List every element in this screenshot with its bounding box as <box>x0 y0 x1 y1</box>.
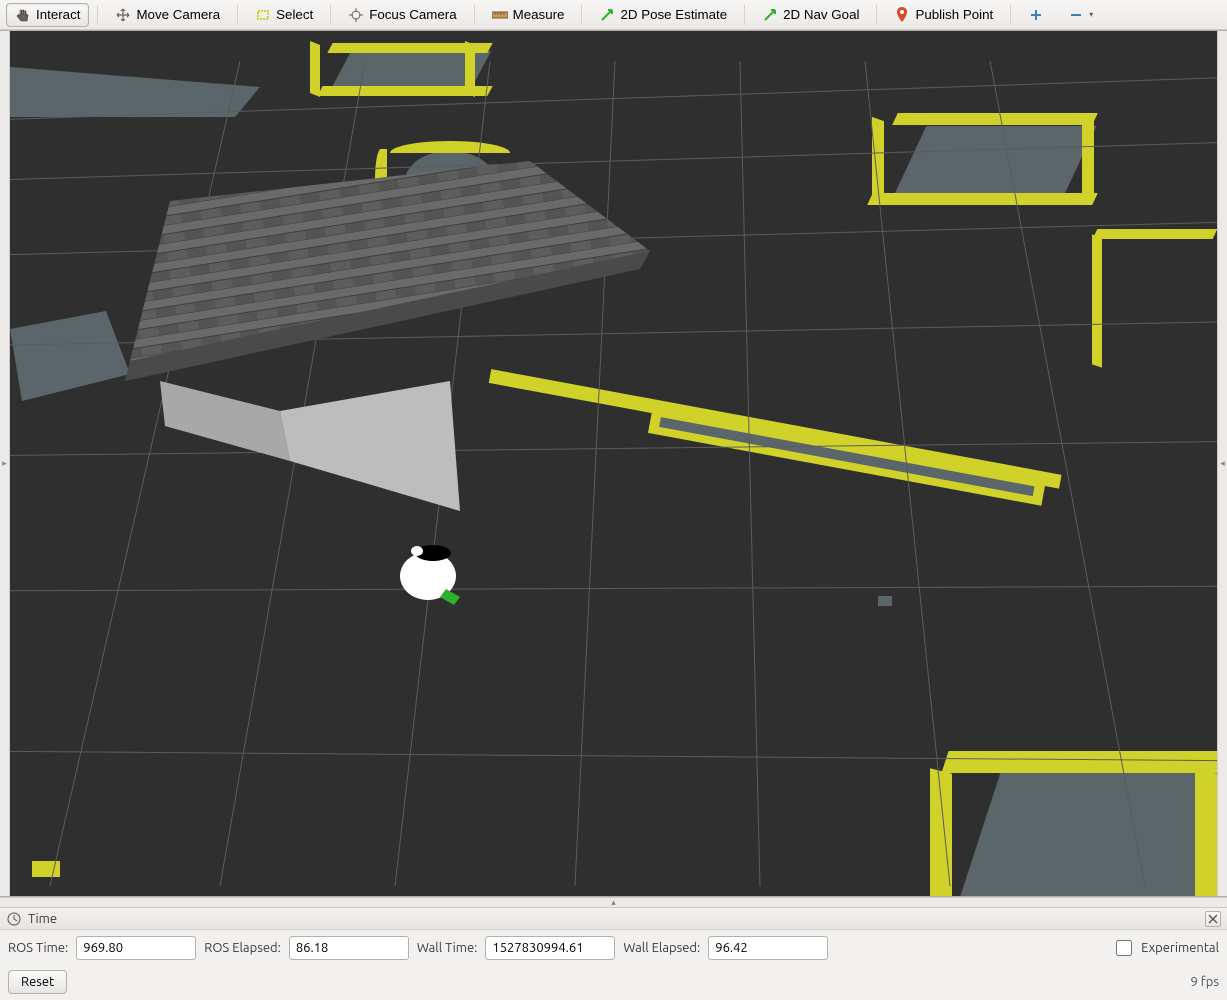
publish-point-button[interactable]: Publish Point <box>885 3 1002 27</box>
select-label: Select <box>276 7 313 22</box>
nav-goal-button[interactable]: 2D Nav Goal <box>753 3 868 27</box>
focus-camera-button[interactable]: Focus Camera <box>339 3 465 27</box>
time-panel-close-button[interactable] <box>1205 911 1221 927</box>
time-panel: Time ROS Time: ROS Elapsed: Wall Time: W… <box>0 907 1227 1000</box>
minus-icon <box>1068 7 1084 23</box>
move-camera-button[interactable]: Move Camera <box>106 3 229 27</box>
right-panel-handle[interactable]: ◂ <box>1217 31 1227 896</box>
pose-estimate-label: 2D Pose Estimate <box>620 7 727 22</box>
toolbar-separator <box>744 5 745 25</box>
hand-icon <box>15 7 31 23</box>
wall-time-label: Wall Time: <box>417 941 478 955</box>
time-footer-row: Reset 9 fps <box>0 966 1227 1000</box>
move-camera-label: Move Camera <box>136 7 220 22</box>
experimental-checkbox[interactable]: Experimental <box>1112 937 1219 959</box>
focus-camera-label: Focus Camera <box>369 7 456 22</box>
time-values-row: ROS Time: ROS Elapsed: Wall Time: Wall E… <box>0 930 1227 966</box>
crosshair-icon <box>348 7 364 23</box>
toolbar-separator <box>1010 5 1011 25</box>
ros-time-field[interactable] <box>76 936 196 960</box>
main-toolbar: Interact Move Camera Select Focus Camera… <box>0 0 1227 30</box>
toolbar-separator <box>330 5 331 25</box>
ruler-icon <box>492 7 508 23</box>
interact-button[interactable]: Interact <box>6 3 89 27</box>
robot-model <box>10 31 1217 886</box>
bottom-panel-handle[interactable]: ▴ <box>0 897 1227 907</box>
green-arrow-icon <box>762 7 778 23</box>
clock-icon <box>6 911 22 927</box>
select-button[interactable]: Select <box>246 3 322 27</box>
wall-time-field[interactable] <box>485 936 615 960</box>
measure-label: Measure <box>513 7 565 22</box>
toolbar-separator <box>97 5 98 25</box>
viewport-container: ▸ <box>0 30 1227 897</box>
wall-elapsed-label: Wall Elapsed: <box>623 941 700 955</box>
wall-elapsed-field[interactable] <box>708 936 828 960</box>
move-camera-icon <box>115 7 131 23</box>
pose-estimate-button[interactable]: 2D Pose Estimate <box>590 3 736 27</box>
interact-label: Interact <box>36 7 80 22</box>
pin-icon <box>894 7 910 23</box>
ros-elapsed-label: ROS Elapsed: <box>204 941 281 955</box>
remove-tool-button[interactable]: ▾ <box>1059 3 1102 27</box>
toolbar-separator <box>581 5 582 25</box>
green-arrow-icon <box>599 7 615 23</box>
toolbar-separator <box>876 5 877 25</box>
toolbar-separator <box>237 5 238 25</box>
ros-time-label: ROS Time: <box>8 941 68 955</box>
time-panel-header: Time <box>0 908 1227 930</box>
experimental-label: Experimental <box>1141 941 1219 955</box>
publish-point-label: Publish Point <box>915 7 993 22</box>
nav-goal-label: 2D Nav Goal <box>783 7 859 22</box>
toolbar-separator <box>474 5 475 25</box>
ros-elapsed-field[interactable] <box>289 936 409 960</box>
close-icon <box>1208 914 1218 924</box>
rviz-3d-viewport[interactable] <box>10 31 1217 896</box>
left-panel-handle[interactable]: ▸ <box>0 31 10 896</box>
measure-button[interactable]: Measure <box>483 3 574 27</box>
fps-readout: 9 fps <box>1190 975 1219 989</box>
add-tool-button[interactable] <box>1019 3 1053 27</box>
experimental-checkbox-input[interactable] <box>1116 940 1132 956</box>
plus-icon <box>1028 7 1044 23</box>
dropdown-caret-icon: ▾ <box>1089 10 1093 19</box>
select-rect-icon <box>255 7 271 23</box>
reset-button[interactable]: Reset <box>8 970 67 994</box>
time-panel-title: Time <box>28 912 57 926</box>
